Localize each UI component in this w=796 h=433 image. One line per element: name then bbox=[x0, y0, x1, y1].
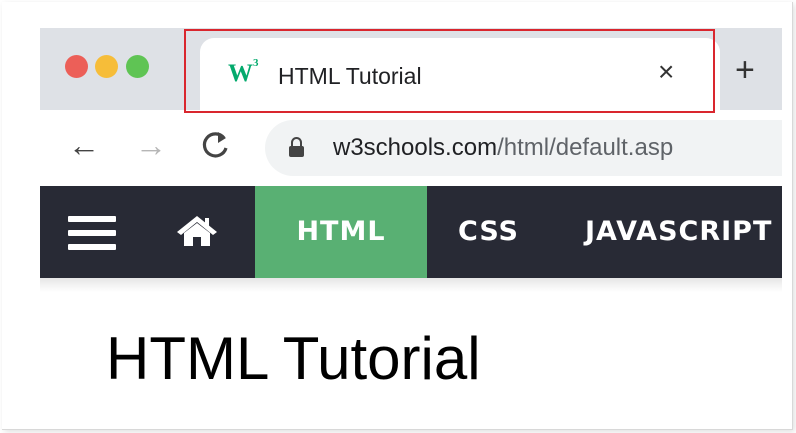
hamburger-menu-icon[interactable] bbox=[68, 216, 116, 250]
nav-item-css[interactable]: CSS bbox=[458, 186, 519, 278]
url-host: w3schools.com bbox=[333, 134, 498, 161]
back-arrow-icon[interactable]: ← bbox=[68, 128, 100, 162]
home-glyph bbox=[177, 216, 217, 246]
new-tab-button[interactable]: + bbox=[735, 53, 755, 87]
url-text: w3schools.com/html/default.asp bbox=[333, 134, 673, 162]
site-navigation-bar: HTML CSS JAVASCRIPT bbox=[40, 186, 782, 278]
close-window-button[interactable] bbox=[65, 55, 88, 78]
page-title: HTML Tutorial bbox=[106, 325, 481, 392]
address-bar[interactable]: w3schools.com/html/default.asp bbox=[265, 120, 782, 176]
nav-shadow bbox=[40, 278, 782, 292]
forward-arrow-icon[interactable]: → bbox=[135, 128, 167, 162]
reload-icon[interactable] bbox=[200, 128, 230, 170]
nav-item-javascript[interactable]: JAVASCRIPT bbox=[585, 186, 772, 278]
tab-highlight-box bbox=[184, 29, 715, 113]
minimize-window-button[interactable] bbox=[95, 55, 118, 78]
nav-item-html[interactable]: HTML bbox=[255, 186, 427, 278]
maximize-window-button[interactable] bbox=[126, 55, 149, 78]
url-path: /html/default.asp bbox=[497, 134, 674, 161]
address-toolbar: ← → w3schools.com/html/default.asp bbox=[40, 110, 782, 186]
lock-icon bbox=[289, 137, 304, 157]
reload-glyph bbox=[202, 132, 228, 158]
home-icon[interactable] bbox=[175, 214, 219, 248]
